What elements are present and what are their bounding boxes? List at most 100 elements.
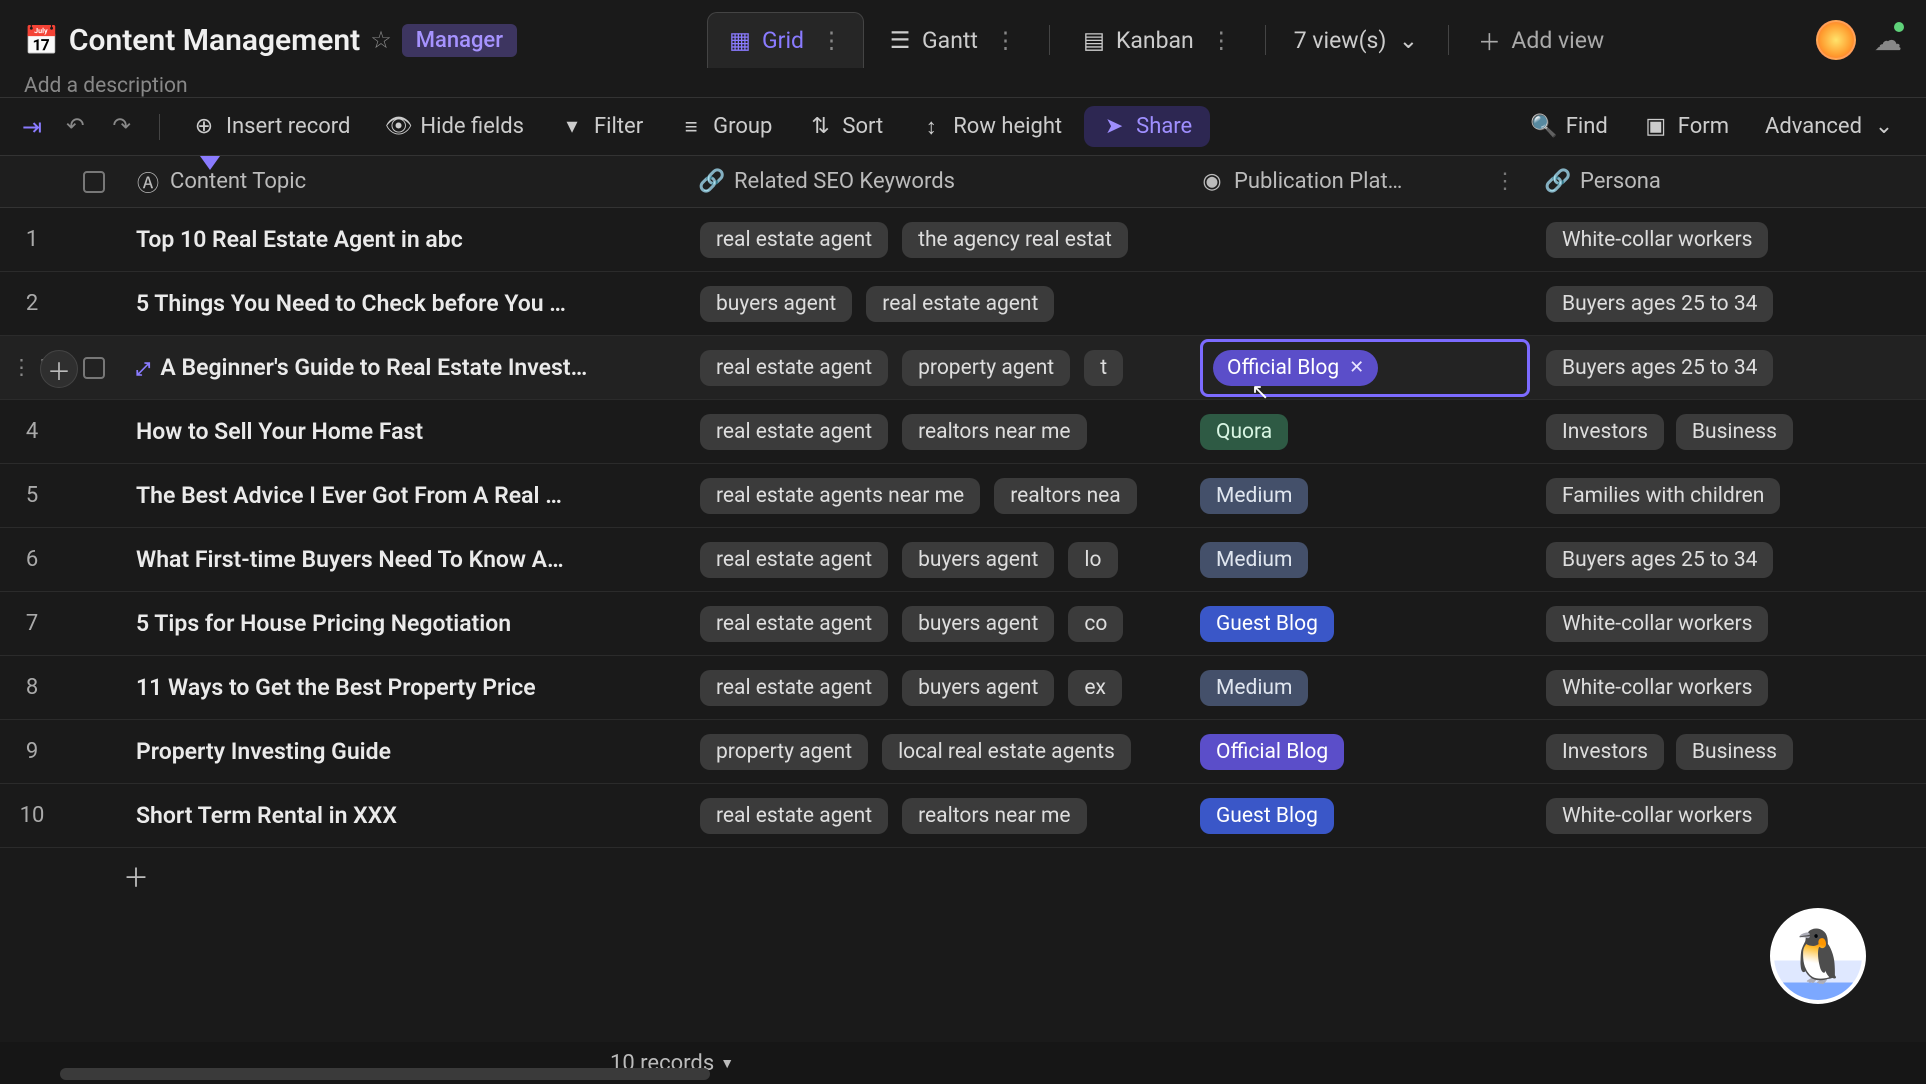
cell-persona[interactable]: White-collar workers — [1530, 606, 1830, 642]
plus-icon: ＋ — [1477, 23, 1501, 57]
hide-fields-button[interactable]: 👁 Hide fields — [372, 108, 538, 145]
cell-persona[interactable]: Buyers ages 25 to 34 — [1530, 542, 1830, 578]
tab-grid[interactable]: ▦ Grid ⋮ — [707, 12, 864, 68]
cell-topic[interactable]: How to Sell Your Home Fast — [124, 418, 684, 445]
cell-topic[interactable]: ⤢A Beginner's Guide to Real Estate Inves… — [124, 354, 684, 381]
cell-keywords[interactable]: buyers agentreal estate agent — [684, 286, 1184, 322]
cell-keywords[interactable]: real estate agents near merealtors nea — [684, 478, 1184, 514]
cell-keywords[interactable]: real estate agentrealtors near me — [684, 414, 1184, 450]
cell-platform[interactable]: Guest Blog — [1184, 606, 1530, 642]
cell-persona[interactable]: Buyers ages 25 to 34 — [1530, 350, 1830, 386]
table-row[interactable]: 6What First-time Buyers Need To Know A…r… — [0, 528, 1926, 592]
cell-persona[interactable]: Families with children — [1530, 478, 1830, 514]
tab-gantt-menu-icon[interactable]: ⋮ — [994, 27, 1017, 54]
remove-tag-icon[interactable]: ✕ — [1349, 357, 1364, 378]
cell-platform[interactable]: Medium — [1184, 670, 1530, 706]
cell-keywords[interactable]: real estate agentbuyers agentco — [684, 606, 1184, 642]
tab-gantt[interactable]: ☰ Gantt ⋮ — [868, 13, 1037, 68]
column-header-persona[interactable]: 🔗 Persona — [1530, 169, 1830, 194]
horizontal-scrollbar[interactable] — [60, 1068, 710, 1080]
view-count-dropdown[interactable]: 7 view(s) ⌄ — [1278, 27, 1437, 54]
tab-grid-menu-icon[interactable]: ⋮ — [820, 27, 843, 54]
cell-persona[interactable]: InvestorsBusiness — [1530, 414, 1830, 450]
expand-sidebar-icon[interactable]: ⇥ — [16, 109, 48, 145]
assistant-avatar[interactable] — [1770, 908, 1866, 1004]
view-count-label: 7 view(s) — [1294, 27, 1387, 54]
insert-record-button[interactable]: ⊕ Insert record — [178, 108, 364, 145]
cell-platform[interactable]: Official Blog✕↖ — [1184, 339, 1530, 397]
cell-topic[interactable]: Property Investing Guide — [124, 738, 684, 765]
table-row[interactable]: ⋮⋮⤢A Beginner's Guide to Real Estate Inv… — [0, 336, 1926, 400]
cell-persona[interactable]: White-collar workers — [1530, 798, 1830, 834]
cell-keywords[interactable]: real estate agentrealtors near me — [684, 798, 1184, 834]
tab-kanban[interactable]: ▤ Kanban ⋮ — [1062, 13, 1253, 68]
select-all-checkbox[interactable] — [83, 171, 105, 193]
add-view-button[interactable]: ＋ Add view — [1461, 23, 1620, 57]
platform-cell-editor[interactable]: Official Blog✕↖ — [1200, 339, 1530, 397]
description-input[interactable]: Add a description — [24, 74, 1816, 98]
cell-topic[interactable]: The Best Advice I Ever Got From A Real … — [124, 482, 684, 509]
keyword-tag: the agency real estat — [902, 222, 1128, 258]
cell-persona[interactable]: Buyers ages 25 to 34 — [1530, 286, 1830, 322]
cell-persona[interactable]: InvestorsBusiness — [1530, 734, 1830, 770]
column-platform-menu-icon[interactable]: ⋮ — [1494, 169, 1530, 194]
cell-topic[interactable]: 11 Ways to Get the Best Property Price — [124, 674, 684, 701]
table-row[interactable]: 811 Ways to Get the Best Property Pricer… — [0, 656, 1926, 720]
platform-tag: Guest Blog — [1200, 798, 1334, 834]
toolbar-separator — [159, 114, 160, 140]
column-header-topic[interactable]: Ⓐ Content Topic — [124, 166, 684, 198]
cell-topic[interactable]: 5 Tips for House Pricing Negotiation — [124, 610, 684, 637]
cell-topic[interactable]: Short Term Rental in XXX — [124, 802, 684, 829]
share-button[interactable]: ➤ Share — [1084, 106, 1210, 147]
expand-row-icon[interactable]: ⤢ — [136, 359, 160, 380]
find-button[interactable]: 🔍 Find — [1518, 108, 1622, 145]
advanced-button[interactable]: Advanced ⌄ — [1751, 108, 1910, 145]
table-row[interactable]: 9Property Investing Guideproperty agentl… — [0, 720, 1926, 784]
insert-row-inline-button[interactable]: ＋ — [40, 350, 78, 388]
selected-platform-tag[interactable]: Official Blog✕ — [1213, 350, 1378, 386]
cell-topic[interactable]: 5 Things You Need to Check before You … — [124, 290, 684, 317]
cell-platform[interactable]: Guest Blog — [1184, 798, 1530, 834]
cell-keywords[interactable]: real estate agentbuyers agentex — [684, 670, 1184, 706]
undo-icon[interactable]: ↶ — [56, 110, 94, 143]
cell-keywords[interactable]: property agentlocal real estate agents — [684, 734, 1184, 770]
cell-platform[interactable]: Medium — [1184, 478, 1530, 514]
table-row[interactable]: 25 Things You Need to Check before You …… — [0, 272, 1926, 336]
table-row[interactable]: 75 Tips for House Pricing Negotiationrea… — [0, 592, 1926, 656]
user-avatar[interactable] — [1816, 20, 1856, 60]
table-row[interactable]: 4How to Sell Your Home Fastreal estate a… — [0, 400, 1926, 464]
cell-platform[interactable]: Official Blog — [1184, 734, 1530, 770]
send-icon: ➤ — [1102, 114, 1126, 139]
cell-topic[interactable]: Top 10 Real Estate Agent in abc — [124, 226, 684, 253]
row-height-button[interactable]: ↕ Row height — [905, 108, 1076, 146]
insert-record-label: Insert record — [226, 114, 350, 139]
row-checkbox[interactable] — [83, 357, 105, 379]
cell-platform[interactable]: Medium — [1184, 542, 1530, 578]
grid-header: Ⓐ Content Topic 🔗 Related SEO Keywords ◉… — [0, 156, 1926, 208]
column-header-keywords[interactable]: 🔗 Related SEO Keywords — [684, 169, 1184, 194]
table-row[interactable]: 10Short Term Rental in XXXreal estate ag… — [0, 784, 1926, 848]
redo-icon[interactable]: ↷ — [103, 110, 141, 143]
table-row[interactable]: 5The Best Advice I Ever Got From A Real … — [0, 464, 1926, 528]
table-row[interactable]: 1Top 10 Real Estate Agent in abcreal est… — [0, 208, 1926, 272]
cell-keywords[interactable]: real estate agentbuyers agentlo — [684, 542, 1184, 578]
tab-kanban-menu-icon[interactable]: ⋮ — [1210, 27, 1233, 54]
star-icon[interactable]: ☆ — [370, 26, 392, 54]
persona-tag: Buyers ages 25 to 34 — [1546, 542, 1773, 578]
column-header-platform[interactable]: ◉ Publication Plat… ⋮ — [1184, 169, 1530, 194]
form-icon: ▣ — [1644, 114, 1668, 139]
chevron-down-icon: ⌄ — [1872, 114, 1896, 139]
view-separator — [1265, 25, 1266, 55]
cell-persona[interactable]: White-collar workers — [1530, 222, 1830, 258]
cell-platform[interactable]: Quora — [1184, 414, 1530, 450]
group-button[interactable]: ≡ Group — [665, 108, 786, 146]
sync-status-icon[interactable]: ☁ — [1874, 24, 1902, 57]
cell-persona[interactable]: White-collar workers — [1530, 670, 1830, 706]
filter-button[interactable]: ▾ Filter — [546, 108, 657, 145]
form-button[interactable]: ▣ Form — [1630, 108, 1743, 145]
cell-keywords[interactable]: real estate agentthe agency real estat — [684, 222, 1184, 258]
cell-keywords[interactable]: real estate agentproperty agentt — [684, 350, 1184, 386]
cell-topic[interactable]: What First-time Buyers Need To Know A… — [124, 546, 684, 573]
add-row-button[interactable]: ＋ — [120, 860, 152, 892]
sort-button[interactable]: ⇅ Sort — [794, 108, 897, 145]
